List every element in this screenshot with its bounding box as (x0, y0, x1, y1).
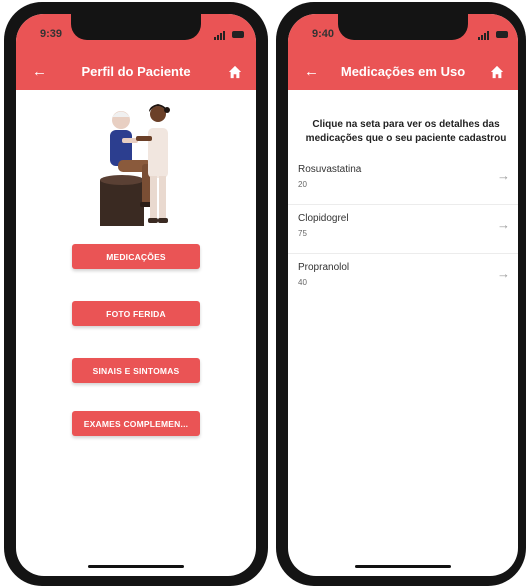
home-indicator[interactable] (355, 565, 451, 568)
home-icon[interactable] (490, 65, 504, 79)
complementary-exams-button-label: EXAMES COMPLEMEN... (83, 418, 189, 429)
wound-photo-button[interactable]: FOTO FERIDA (72, 301, 200, 326)
notch (338, 14, 468, 40)
medication-dose: 75 (298, 229, 307, 238)
signs-symptoms-button[interactable]: SINAIS E SINTOMAS (72, 358, 200, 383)
phone-right: 9:40 ← Medicações em Uso Clique na seta … (276, 2, 526, 586)
signs-symptoms-button-label: SINAIS E SINTOMAS (92, 365, 180, 376)
app-bar: ← Perfil do Paciente (16, 58, 256, 90)
medication-name: Clopidogrel (298, 213, 349, 224)
medication-row[interactable]: Clopidogrel 75 → (288, 205, 518, 254)
status-bar: 9:40 (288, 14, 518, 58)
arrow-right-icon[interactable]: → (497, 168, 510, 183)
doctor-patient-illustration (100, 104, 170, 226)
screen-left: 9:39 ← Perfil do Paciente MEDICAÇÕES FOT… (16, 14, 256, 576)
medication-row[interactable]: Propranolol 40 → (288, 254, 518, 302)
status-time: 9:39 (40, 28, 63, 40)
screen-right: 9:40 ← Medicações em Uso Clique na seta … (288, 14, 518, 576)
medication-row[interactable]: Rosuvastatina 20 → (288, 156, 518, 205)
status-time: 9:40 (312, 28, 335, 40)
medication-dose: 20 (298, 180, 307, 189)
page-title: Perfil do Paciente (81, 64, 191, 79)
instruction-text: Clique na seta para ver os detalhes das … (305, 119, 507, 144)
medications-button[interactable]: MEDICAÇÕES (72, 244, 200, 269)
home-indicator[interactable] (88, 565, 184, 568)
notch (71, 14, 201, 40)
complementary-exams-button[interactable]: EXAMES COMPLEMEN... (72, 411, 200, 436)
medication-dose: 40 (298, 278, 307, 287)
signal-battery-icon (214, 30, 254, 40)
page-title: Medicações em Uso (340, 64, 466, 79)
arrow-right-icon[interactable]: → (497, 266, 510, 281)
home-icon[interactable] (228, 65, 242, 79)
app-bar: ← Medicações em Uso (288, 58, 518, 90)
signal-battery-icon (478, 30, 518, 40)
status-bar: 9:39 (16, 14, 256, 58)
medications-button-label: MEDICAÇÕES (106, 251, 166, 262)
medication-name: Rosuvastatina (298, 164, 362, 175)
arrow-right-icon[interactable]: → (497, 217, 510, 232)
wound-photo-button-label: FOTO FERIDA (106, 308, 166, 319)
phone-left: 9:39 ← Perfil do Paciente MEDICAÇÕES FOT… (4, 2, 268, 586)
medication-name: Propranolol (298, 262, 350, 273)
